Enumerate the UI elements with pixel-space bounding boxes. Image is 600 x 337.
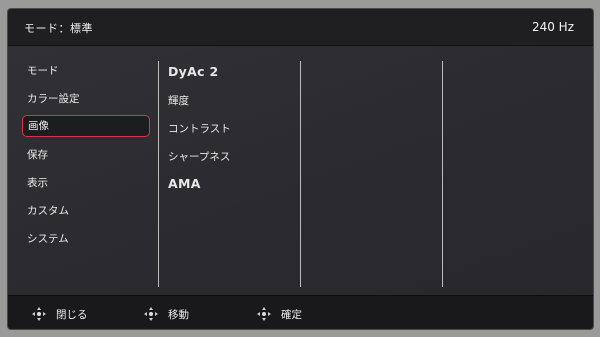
column-divider: [300, 61, 301, 287]
hint-confirm-label: 確定: [281, 308, 302, 321]
osd-menu-panel: モード：標準 240 Hz モード カラー設定 画像 保存 表示 カスタム シス…: [8, 9, 593, 329]
dpad-updown-icon: [144, 307, 158, 321]
menu-item-color-settings[interactable]: カラー設定: [22, 88, 150, 110]
column-divider: [158, 61, 159, 287]
footer-bar: 閉じる 移動 確定: [8, 295, 593, 329]
hint-close: 閉じる: [32, 305, 88, 323]
header-bar: モード：標準 240 Hz: [8, 9, 593, 46]
hint-close-label: 閉じる: [56, 308, 88, 321]
mode-title: モード：標準: [24, 22, 93, 35]
submenu-item-contrast[interactable]: コントラスト: [168, 121, 231, 136]
menu-item-label: 表示: [27, 177, 48, 189]
menu-item-mode[interactable]: モード: [22, 60, 150, 82]
submenu-item-ama[interactable]: AMA: [168, 176, 201, 191]
dpad-left-icon: [32, 307, 46, 321]
menu-item-label: システム: [27, 233, 69, 245]
menu-item-save[interactable]: 保存: [22, 144, 150, 166]
menu-item-label: カラー設定: [27, 93, 80, 105]
hint-move-label: 移動: [168, 308, 189, 321]
menu-item-custom[interactable]: カスタム: [22, 200, 150, 222]
hint-confirm: 確定: [257, 305, 302, 323]
menu-item-label: カスタム: [27, 205, 69, 217]
column-divider: [442, 61, 443, 287]
dpad-right-icon: [257, 307, 271, 321]
menu-item-display[interactable]: 表示: [22, 172, 150, 194]
submenu-item-sharpness[interactable]: シャープネス: [168, 149, 230, 164]
menu-item-label: モード: [27, 65, 59, 77]
menu-item-system[interactable]: システム: [22, 228, 150, 250]
menu-item-label: 保存: [27, 149, 48, 161]
submenu-item-dyac[interactable]: DyAc 2: [168, 64, 218, 79]
menu-item-picture[interactable]: 画像: [22, 115, 150, 137]
menu-item-label: 画像: [28, 120, 49, 132]
hint-move: 移動: [144, 305, 189, 323]
submenu-item-brightness[interactable]: 輝度: [168, 93, 189, 108]
refresh-rate: 240 Hz: [531, 20, 574, 34]
